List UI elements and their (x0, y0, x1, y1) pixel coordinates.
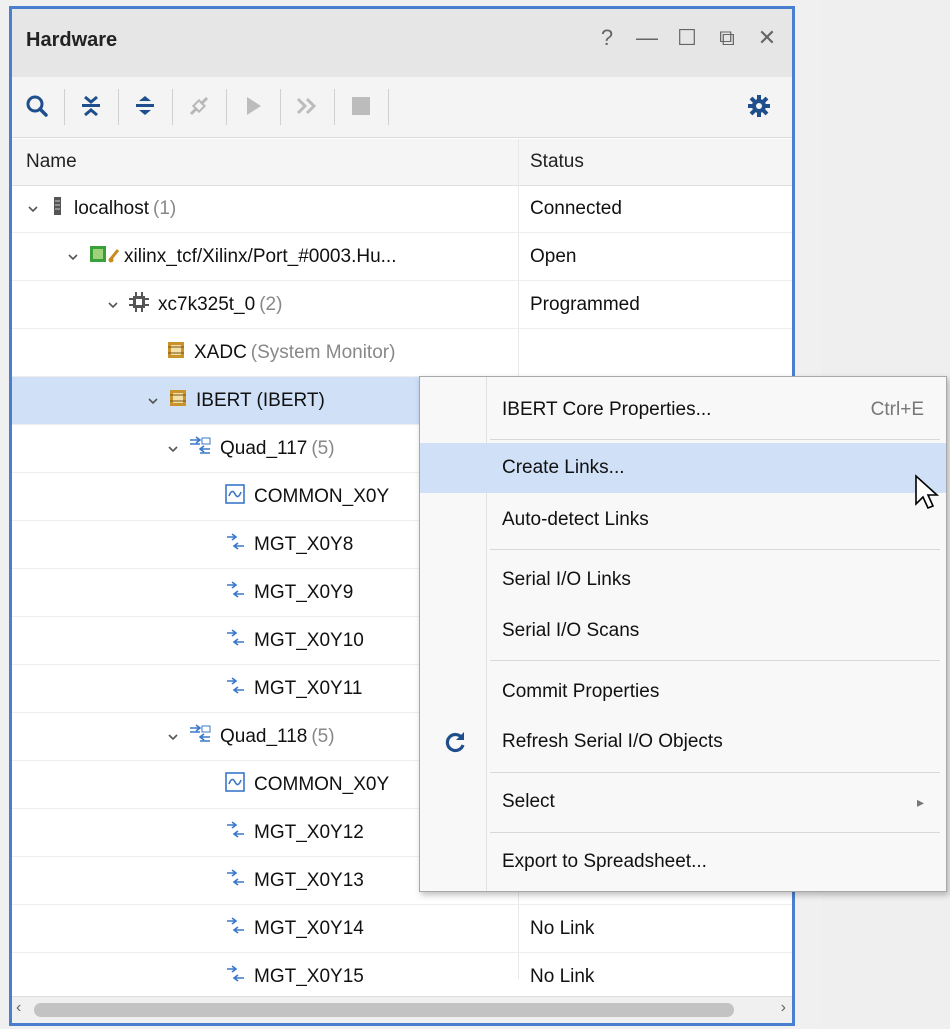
common-icon (224, 771, 246, 799)
run-trigger-icon[interactable] (238, 91, 268, 121)
gear-icon[interactable] (744, 91, 774, 121)
quad-icon (188, 723, 212, 751)
tree-status: No Link (530, 965, 595, 987)
tree-label: IBERT (IBERT) (196, 389, 325, 411)
quad-icon (188, 435, 212, 463)
menu-item-serial-io-scans[interactable]: Serial I/O Scans (420, 606, 946, 656)
tree-status: Open (530, 245, 577, 267)
mgt-icon (224, 579, 246, 607)
tree-row-localhost[interactable]: localhost (1) Connected (12, 185, 792, 233)
menu-item-ibert-core-properties[interactable]: IBERT Core Properties... Ctrl+E (420, 385, 946, 435)
tree-count: (System Monitor) (250, 341, 396, 363)
tree-label: MGT_X0Y10 (254, 629, 364, 651)
tree-label: MGT_X0Y11 (254, 677, 363, 699)
chevron-down-icon[interactable] (166, 731, 180, 743)
menu-item-select[interactable]: Select ▸ (420, 777, 946, 827)
horizontal-scrollbar[interactable]: ‹ › (12, 996, 792, 1023)
tree-label: MGT_X0Y8 (254, 533, 354, 555)
menu-item-auto-detect-links[interactable]: Auto-detect Links (420, 495, 946, 545)
scroll-right-icon[interactable]: › (781, 999, 786, 1017)
tree-label: MGT_X0Y13 (254, 869, 364, 891)
fpga-chip-icon (128, 291, 150, 319)
mgt-icon (224, 963, 246, 991)
minimize-button[interactable]: — (636, 25, 658, 51)
name-column-header[interactable]: Name (26, 151, 77, 173)
mgt-icon (224, 627, 246, 655)
tree-row-jtag-target[interactable]: xilinx_tcf/Xilinx/Port_#0003.Hu... Open (12, 233, 792, 281)
tree-row-device[interactable]: xc7k325t_0 (2) Programmed (12, 281, 792, 329)
tree-status: Connected (530, 197, 622, 219)
tree-label: xilinx_tcf/Xilinx/Port_#0003.Hu... (124, 245, 397, 267)
submenu-arrow-icon: ▸ (916, 793, 924, 810)
maximize-button[interactable]: ☐ (676, 25, 698, 51)
menu-item-export-to-spreadsheet[interactable]: Export to Spreadsheet... (420, 837, 946, 887)
toolbar (12, 77, 792, 138)
tree-label: XADC (194, 341, 247, 363)
jtag-cable-icon (88, 243, 120, 271)
column-header: Name Status (12, 139, 792, 186)
menu-item-serial-io-links[interactable]: Serial I/O Links (420, 555, 946, 605)
mouse-cursor-icon (914, 474, 940, 517)
refresh-icon (442, 729, 468, 755)
chevron-down-icon[interactable] (66, 251, 80, 263)
tree-row-mgt[interactable]: MGT_X0Y14 No Link (12, 905, 792, 953)
tree-count: (5) (311, 725, 335, 747)
expand-all-icon[interactable] (130, 91, 160, 121)
tree-label: MGT_X0Y9 (254, 581, 354, 603)
close-button[interactable]: ✕ (756, 25, 778, 51)
menu-item-refresh-serial-io-objects[interactable]: Refresh Serial I/O Objects (420, 717, 946, 767)
debug-core-icon (166, 339, 186, 367)
scroll-left-icon[interactable]: ‹ (16, 999, 21, 1017)
window-buttons: ? — ☐ ⧉ ✕ (596, 25, 778, 51)
collapse-all-icon[interactable] (76, 91, 106, 121)
tree-label: localhost (74, 197, 149, 219)
tree-row-xadc[interactable]: XADC (System Monitor) (12, 329, 792, 377)
panel-titlebar: Hardware ? — ☐ ⧉ ✕ (12, 9, 792, 77)
status-column-header[interactable]: Status (530, 151, 584, 173)
search-icon[interactable] (22, 91, 52, 121)
menu-item-commit-properties[interactable]: Commit Properties (420, 667, 946, 717)
mgt-icon (224, 867, 246, 895)
tree-count: (1) (153, 197, 177, 219)
panel-title: Hardware (26, 29, 118, 51)
mgt-icon (224, 531, 246, 559)
shortcut-label: Ctrl+E (870, 399, 924, 420)
tree-label: COMMON_X0Y (254, 773, 390, 795)
tree-label: MGT_X0Y12 (254, 821, 364, 843)
chevron-down-icon[interactable] (146, 395, 160, 407)
tree-label: Quad_117 (220, 437, 308, 459)
common-icon (224, 483, 246, 511)
float-button[interactable]: ⧉ (716, 25, 738, 51)
mgt-icon (224, 675, 246, 703)
context-menu: IBERT Core Properties... Ctrl+E Create L… (419, 376, 947, 892)
mgt-icon (224, 915, 246, 943)
server-icon (48, 195, 66, 223)
tree-label: xc7k325t_0 (158, 293, 256, 315)
tree-count: (2) (259, 293, 283, 315)
tree-status: Programmed (530, 293, 640, 315)
chevron-down-icon[interactable] (166, 443, 180, 455)
tree-row-mgt[interactable]: MGT_X0Y15 No Link (12, 953, 792, 1001)
chevron-down-icon[interactable] (106, 299, 120, 311)
chevron-down-icon[interactable] (26, 203, 40, 215)
tree-label: Quad_118 (220, 725, 308, 747)
tree-label: MGT_X0Y14 (254, 917, 364, 939)
tree-status: No Link (530, 917, 595, 939)
tree-label: COMMON_X0Y (254, 485, 390, 507)
run-immediate-icon[interactable] (292, 91, 322, 121)
menu-item-create-links[interactable]: Create Links... (420, 443, 946, 493)
stop-icon[interactable] (346, 91, 376, 121)
tree-count: (5) (311, 437, 335, 459)
debug-core-icon (168, 387, 188, 415)
auto-connect-icon[interactable] (184, 91, 214, 121)
help-button[interactable]: ? (596, 25, 618, 51)
tree-label: MGT_X0Y15 (254, 965, 364, 987)
scrollbar-thumb[interactable] (34, 1003, 734, 1017)
mgt-icon (224, 819, 246, 847)
